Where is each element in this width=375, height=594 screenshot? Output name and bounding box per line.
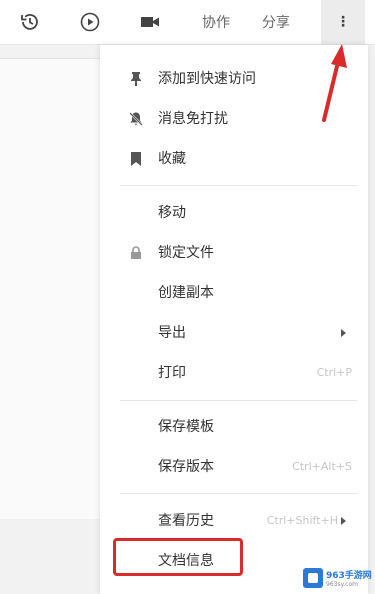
menu-item-save-template[interactable]: 保存模板 [100,409,368,445]
menu-item-label: 收藏 [158,151,186,167]
menu-item-print[interactable]: 打印 Ctrl+P [100,355,368,391]
menu-item-move[interactable]: 移动 [100,195,368,231]
share-button[interactable]: 分享 [256,0,296,44]
menu-item-label: 创建副本 [158,285,214,301]
history-button[interactable] [14,0,46,44]
share-label: 分享 [262,15,290,31]
play-button[interactable] [74,0,106,44]
collaborate-label: 协作 [202,15,230,31]
menu-divider [120,493,357,494]
lock-icon [128,244,144,262]
watermark-logo-icon [303,568,323,588]
more-menu: 添加到快速访问 消息免打扰 收藏 移动 锁定文件 创建副本 导出 打印 Ctrl… [100,45,368,594]
menu-item-create-copy[interactable]: 创建副本 [100,275,368,311]
watermark-sub: 963sy.com [326,581,358,588]
collaborate-button[interactable]: 协作 [196,0,236,44]
chevron-right-icon [341,329,346,337]
menu-item-view-history[interactable]: 查看历史 Ctrl+Shift+H [100,503,368,539]
history-icon [21,14,38,30]
video-button[interactable] [134,0,166,44]
menu-item-label: 查看历史 [158,513,214,529]
menu-item-export[interactable]: 导出 [100,315,368,351]
toolbar: 协作 分享 ⋮ [0,0,375,45]
menu-item-label: 导出 [158,325,186,341]
menu-item-label: 移动 [158,205,186,221]
menu-item-save-version[interactable]: 保存版本 Ctrl+Alt+S [100,449,368,485]
menu-item-shortcut: Ctrl+Shift+H [266,514,338,527]
chevron-right-icon [341,517,346,525]
menu-divider [120,400,357,401]
menu-item-shortcut: Ctrl+P [316,366,352,379]
bell-off-icon [128,110,144,128]
more-button[interactable]: ⋮ [321,0,365,44]
menu-item-label: 锁定文件 [158,245,214,261]
annotation-arrow-icon [322,44,347,122]
menu-item-label: 打印 [158,365,186,381]
menu-item-label: 保存模板 [158,419,214,435]
menu-item-label: 添加到快速访问 [158,71,256,87]
menu-item-shortcut: Ctrl+Alt+S [292,460,352,473]
more-icon: ⋮ [336,14,350,30]
pin-icon [128,70,144,88]
annotation-highlight-box [113,538,243,576]
watermark: 963手游网 963sy.com [303,562,375,594]
menu-item-lock-file[interactable]: 锁定文件 [100,235,368,271]
play-icon [80,12,100,32]
menu-divider [120,185,357,186]
menu-item-label: 消息免打扰 [158,111,228,127]
bookmark-icon [128,150,144,168]
menu-item-label: 保存版本 [158,459,214,475]
watermark-brand: 963手游网 [326,571,372,581]
video-icon [141,17,159,27]
menu-item-favorite[interactable]: 收藏 [100,141,368,177]
